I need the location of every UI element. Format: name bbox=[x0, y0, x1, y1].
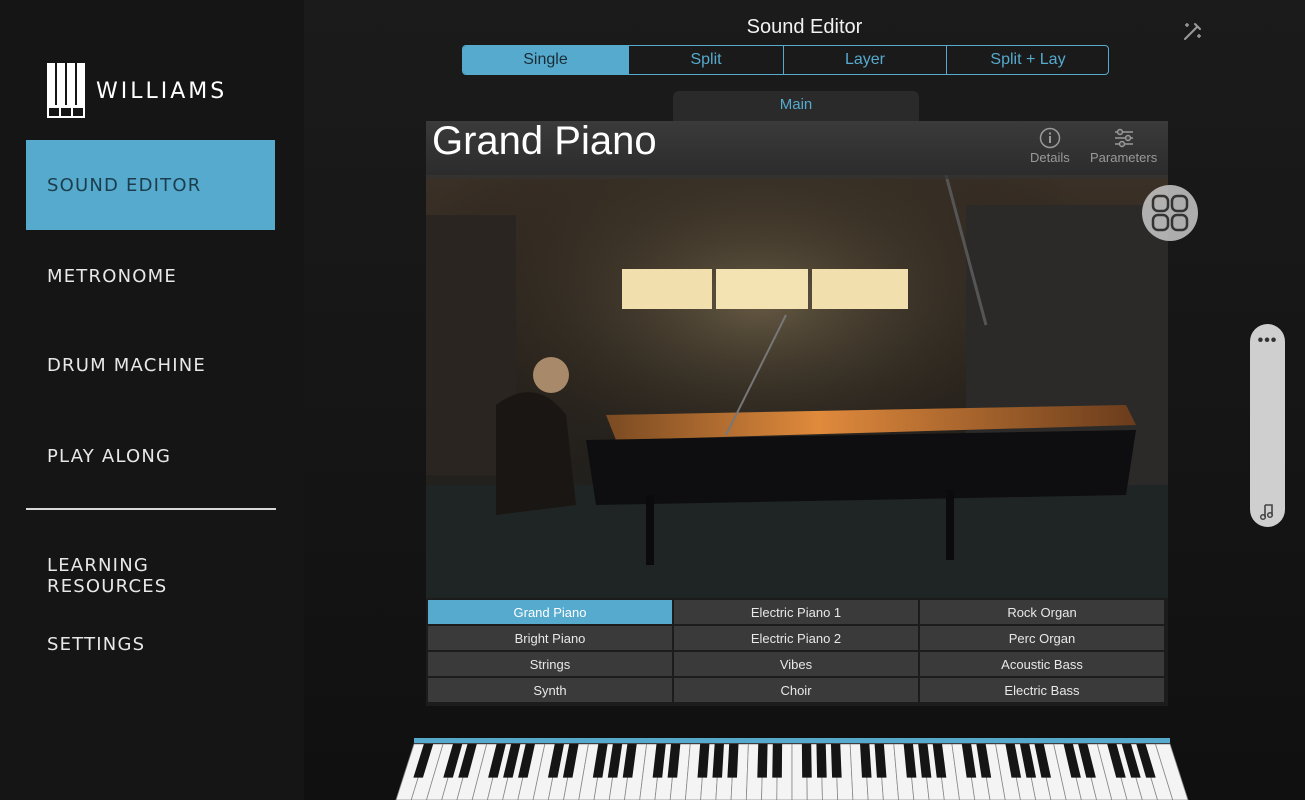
sound-option[interactable]: Choir bbox=[674, 678, 918, 702]
sound-option[interactable]: Electric Piano 2 bbox=[674, 626, 918, 650]
sound-option[interactable]: Perc Organ bbox=[920, 626, 1164, 650]
sidebar-item-metronome[interactable]: METRONOME bbox=[26, 266, 275, 287]
black-key[interactable] bbox=[727, 744, 739, 778]
sound-option[interactable]: Vibes bbox=[674, 652, 918, 676]
music-note-icon[interactable] bbox=[1258, 502, 1277, 521]
sidebar-item-label: METRONOME bbox=[47, 266, 177, 287]
main-area: Sound Editor Single Split Layer Split + … bbox=[304, 0, 1305, 800]
more-dots-icon[interactable]: ••• bbox=[1250, 332, 1285, 350]
brand-logo: WILLIAMS bbox=[46, 62, 227, 120]
tab-single[interactable]: Single bbox=[463, 46, 628, 74]
tab-label: Split bbox=[690, 51, 722, 68]
tab-main[interactable]: Main bbox=[673, 91, 919, 121]
tab-label: Split + Lay bbox=[990, 51, 1066, 68]
sidebar-item-label: LEARNING RESOURCES bbox=[47, 555, 168, 597]
sidebar-item-play-along[interactable]: PLAY ALONG bbox=[26, 446, 275, 467]
sound-option[interactable]: Rock Organ bbox=[920, 600, 1164, 624]
page-title: Sound Editor bbox=[746, 16, 863, 38]
sound-option[interactable]: Strings bbox=[428, 652, 672, 676]
black-key[interactable] bbox=[801, 744, 812, 778]
sound-option[interactable]: Electric Piano 1 bbox=[674, 600, 918, 624]
grid-icon bbox=[1151, 194, 1189, 232]
grid-view-button[interactable] bbox=[1142, 185, 1198, 241]
black-key[interactable] bbox=[816, 744, 827, 778]
tab-label: Single bbox=[523, 51, 568, 68]
sidebar-item-label: PLAY ALONG bbox=[47, 446, 172, 467]
mode-tabs: Single Split Layer Split + Lay bbox=[462, 45, 1109, 75]
sound-option[interactable]: Bright Piano bbox=[428, 626, 672, 650]
sidebar-item-drum-machine[interactable]: DRUM MACHINE bbox=[26, 355, 275, 376]
tune-icon[interactable] bbox=[1182, 20, 1204, 42]
tab-split-layer[interactable]: Split + Lay bbox=[946, 46, 1108, 74]
sidebar-item-sound-editor[interactable]: SOUND EDITOR bbox=[26, 140, 275, 230]
sidebar: WILLIAMS SOUND EDITOR METRONOME DRUM MAC… bbox=[0, 0, 304, 800]
sidebar-item-label: SOUND EDITOR bbox=[47, 174, 202, 196]
sidebar-divider bbox=[26, 508, 276, 510]
sliders-icon bbox=[1114, 128, 1133, 148]
sidebar-item-settings[interactable]: SETTINGS bbox=[26, 634, 275, 655]
sound-image bbox=[426, 175, 1168, 599]
black-key[interactable] bbox=[830, 744, 842, 778]
sound-option[interactable]: Synth bbox=[428, 678, 672, 702]
panel-header: Grand Piano Details Parameters bbox=[426, 121, 1168, 179]
keyboard-top-bar bbox=[414, 738, 1170, 743]
info-icon bbox=[1039, 127, 1061, 149]
sidebar-item-learning-resources[interactable]: LEARNING RESOURCES bbox=[26, 534, 275, 597]
parameters-label: Parameters bbox=[1090, 150, 1158, 165]
sidebar-item-label: DRUM MACHINE bbox=[47, 355, 206, 376]
sound-option[interactable]: Electric Bass bbox=[920, 678, 1164, 702]
sound-panel: Grand Piano Details Parameters bbox=[426, 121, 1168, 599]
sound-option[interactable]: Acoustic Bass bbox=[920, 652, 1164, 676]
black-key[interactable] bbox=[757, 744, 768, 778]
side-scroll-handle[interactable]: ••• bbox=[1250, 324, 1285, 527]
tab-label: Layer bbox=[844, 51, 886, 68]
parameters-button[interactable]: Parameters bbox=[1090, 127, 1157, 165]
tab-split[interactable]: Split bbox=[628, 46, 783, 74]
sound-name: Grand Piano bbox=[432, 121, 657, 163]
details-label: Details bbox=[1030, 150, 1070, 165]
tab-layer[interactable]: Layer bbox=[783, 46, 946, 74]
sound-option[interactable]: Grand Piano bbox=[428, 600, 672, 624]
black-key[interactable] bbox=[772, 744, 783, 778]
sound-selector-grid: Grand Piano Electric Piano 1 Rock Organ … bbox=[426, 598, 1168, 706]
details-button[interactable]: Details bbox=[1030, 127, 1070, 165]
piano-keys-logo-icon bbox=[46, 62, 86, 120]
brand-name: WILLIAMS bbox=[96, 78, 228, 104]
sidebar-item-label: SETTINGS bbox=[47, 634, 146, 655]
piano-keyboard[interactable] bbox=[392, 738, 1192, 800]
